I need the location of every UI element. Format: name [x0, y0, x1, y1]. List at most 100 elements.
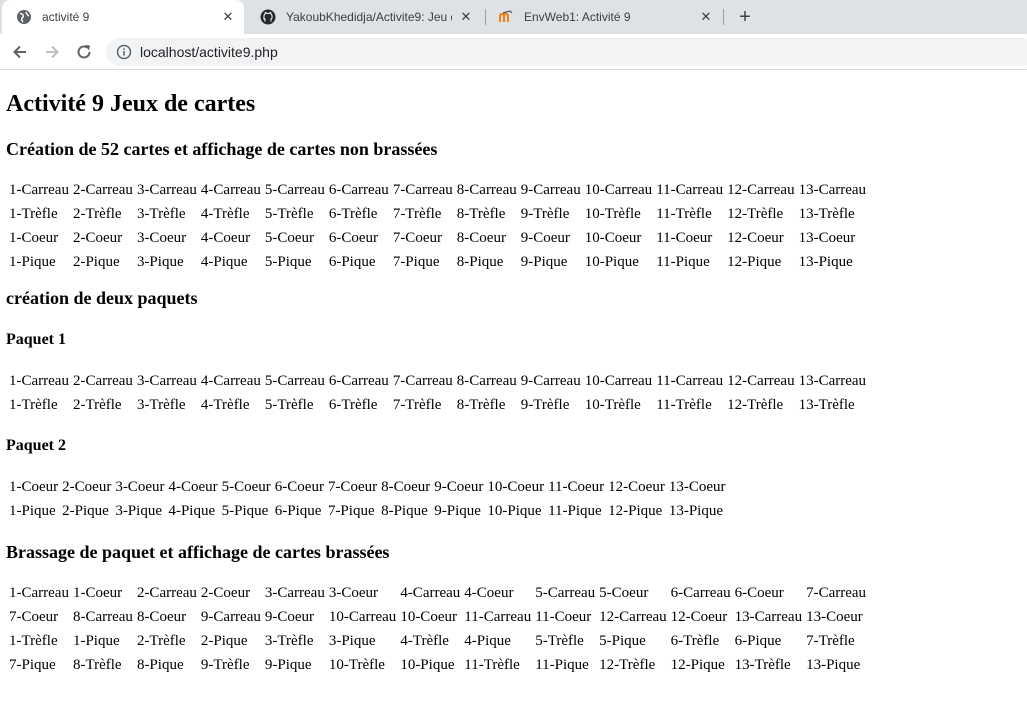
tab-title: activité 9 [42, 10, 90, 24]
reload-button[interactable] [72, 40, 96, 64]
card-cell: 7-Pique [9, 656, 56, 673]
card-cell: 10-Carreau [328, 608, 397, 625]
card-cell: 11-Trèfle [656, 396, 712, 413]
card-cell: 9-Carreau [200, 608, 261, 625]
card-cell: 7-Trèfle [392, 205, 442, 222]
address-bar[interactable]: localhost/activite9.php [106, 38, 1027, 66]
card-cell: 1-Carreau [9, 372, 69, 389]
card-cell: 13-Coeur [668, 478, 726, 495]
card-cell: 3-Carreau [264, 584, 325, 601]
card-cell: 13-Coeur [798, 229, 856, 246]
card-row: 1-Trèfle 1-Pique 2-Trèfle 2-Pique 3-Trèfle 3-… [8, 630, 867, 652]
card-cell: 7-Coeur [327, 478, 378, 495]
new-tab-button[interactable]: + [735, 6, 755, 28]
card-cell: 3-Trèfle [136, 205, 186, 222]
card-cell: 13-Trèfle [798, 396, 855, 413]
card-cell: 9-Coeur [434, 478, 484, 495]
card-cell: 4-Pique [464, 632, 511, 649]
card-cell: 12-Coeur [727, 229, 784, 246]
card-cell: 13-Trèfle [734, 656, 791, 673]
card-row: 7-Coeur 8-Carreau 8-Coeur 9-Carreau 9-Coeur 1… [8, 606, 867, 628]
card-cell: 5-Coeur [221, 478, 271, 495]
card-cell: 9-Pique [434, 502, 481, 519]
card-cell: 6-Coeur [734, 584, 784, 601]
card-cell: 3-Trèfle [136, 396, 186, 413]
card-cell: 1-Trèfle [9, 205, 58, 222]
card-cell: 10-Trèfle [584, 396, 641, 413]
card-cell: 1-Pique [72, 632, 120, 649]
close-tab-icon[interactable]: ✕ [458, 9, 474, 25]
close-tab-icon[interactable]: ✕ [220, 9, 236, 25]
card-cell: 1-Pique [9, 502, 56, 519]
card-cell: 13-Carreau [798, 372, 867, 389]
card-cell: 5-Trèfle [264, 396, 314, 413]
page-title: Activité 9 Jeux de cartes [6, 91, 256, 117]
card-cell: 10-Pique [487, 502, 542, 519]
card-cell: 5-Coeur [599, 584, 649, 601]
card-cell: 11-Carreau [656, 372, 724, 389]
card-cell: 4-Coeur [200, 229, 251, 246]
card-cell: 3-Trèfle [264, 632, 314, 649]
tab-envweb1[interactable]: EnvWeb1: Activité 9 ✕ [484, 0, 722, 34]
card-row: 1-Coeur 2-Coeur 3-Coeur 4-Coeur 5-Coeur 6-Coe… [8, 227, 867, 249]
card-cell: 7-Pique [327, 502, 375, 519]
card-cell: 11-Coeur [535, 608, 592, 625]
card-cell: 5-Trèfle [264, 205, 314, 222]
card-cell: 5-Coeur [264, 229, 315, 246]
card-cell: 5-Pique [264, 253, 312, 270]
section-heading-two-packs: création de deux paquets [6, 288, 198, 308]
card-cell: 6-Trèfle [328, 396, 378, 413]
card-cell: 1-Carreau [9, 181, 69, 198]
card-cell: 10-Coeur [400, 608, 457, 625]
tab-title: EnvWeb1: Activité 9 [524, 10, 631, 24]
card-cell: 3-Coeur [136, 229, 187, 246]
card-row: 1-Carreau 1-Coeur 2-Carreau 2-Coeur 3-Carrea… [8, 582, 867, 604]
card-cell: 2-Trèfle [136, 632, 186, 649]
cards-table-shuffled: 1-Carreau 1-Coeur 2-Carreau 2-Coeur 3-Carrea… [6, 580, 869, 678]
card-cell: 4-Coeur [168, 478, 218, 495]
tab-separator [723, 9, 724, 25]
reload-icon [77, 45, 91, 59]
card-cell: 6-Trèfle [328, 205, 378, 222]
tab-github[interactable]: YakoubKhedidja/Activite9: Jeu de ✕ [246, 0, 482, 34]
card-cell: 1-Pique [9, 253, 56, 270]
card-cell: 9-Pique [264, 656, 312, 673]
forward-button[interactable] [40, 40, 64, 64]
card-cell: 13-Coeur [806, 608, 863, 625]
card-cell: 5-Carreau [264, 181, 325, 198]
card-cell: 7-Carreau [392, 181, 453, 198]
card-cell: 11-Coeur [548, 478, 605, 495]
close-tab-icon[interactable]: ✕ [698, 9, 714, 25]
card-cell: 12-Carreau [727, 181, 795, 198]
arrow-right-icon [46, 45, 59, 59]
card-cell: 3-Coeur [328, 584, 378, 601]
back-button[interactable] [8, 40, 32, 64]
card-cell: 11-Pique [656, 253, 710, 270]
card-cell: 6-Trèfle [670, 632, 720, 649]
card-cell: 5-Carreau [535, 584, 596, 601]
card-cell: 1-Trèfle [9, 632, 58, 649]
card-cell: 7-Pique [392, 253, 440, 270]
card-cell: 3-Pique [328, 632, 376, 649]
card-cell: 3-Pique [115, 502, 162, 519]
card-cell: 1-Coeur [72, 584, 123, 601]
card-cell: 5-Carreau [264, 372, 325, 389]
card-row: 1-Pique 2-Pique 3-Pique 4-Pique 5-Pique 6-Piq… [8, 251, 867, 273]
card-cell: 2-Trèfle [72, 205, 122, 222]
card-cell: 4-Trèfle [200, 205, 250, 222]
card-cell: 5-Trèfle [535, 632, 584, 649]
globe-icon [16, 9, 32, 25]
card-cell: 3-Carreau [136, 372, 197, 389]
pack1-heading: Paquet 1 [6, 331, 66, 348]
section-heading-unshuffled: Création de 52 cartes et affichage de ca… [6, 139, 438, 159]
card-cell: 2-Carreau [136, 584, 197, 601]
card-cell: 7-Trèfle [806, 632, 855, 649]
card-cell: 7-Carreau [806, 584, 867, 601]
card-cell: 2-Pique [72, 253, 120, 270]
info-icon[interactable] [116, 44, 132, 60]
tab-activite9[interactable]: activité 9 ✕ [2, 0, 244, 34]
card-cell: 1-Carreau [9, 584, 69, 601]
tab-title: YakoubKhedidja/Activite9: Jeu de [286, 10, 452, 24]
card-cell: 6-Pique [274, 502, 322, 519]
card-cell: 8-Trèfle [456, 396, 506, 413]
